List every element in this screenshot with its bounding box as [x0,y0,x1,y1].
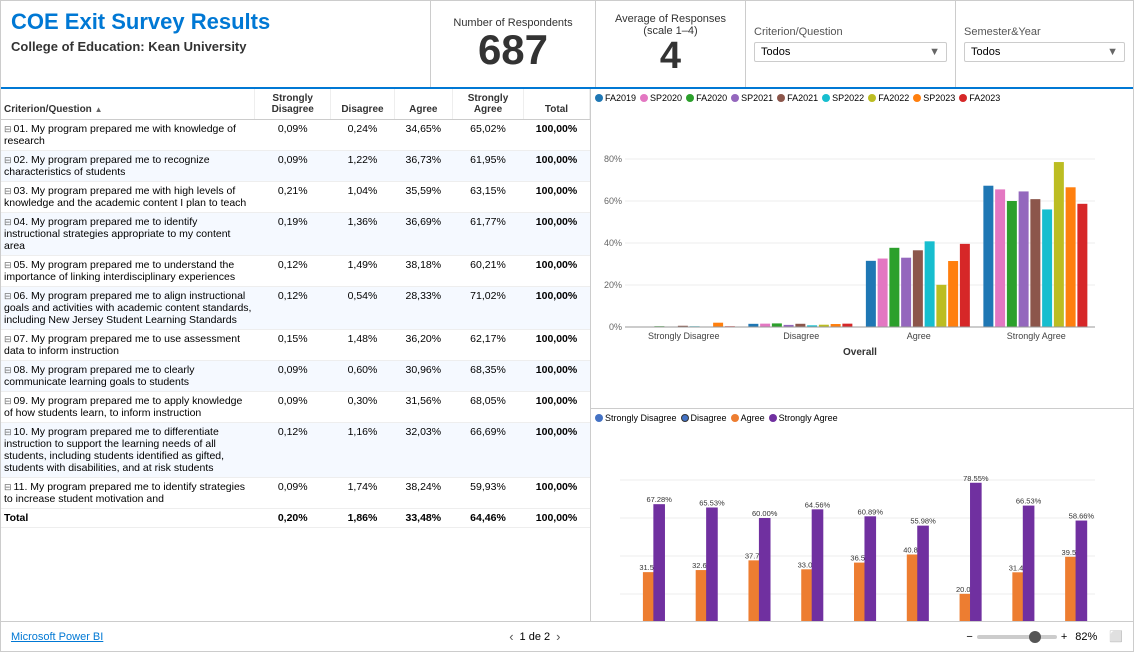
svg-text:80%: 80% [604,154,622,164]
col-d: Disagree [331,89,394,120]
zoom-plus-icon[interactable]: + [1061,631,1067,643]
expand-icon[interactable]: ⊟ [4,217,12,227]
avg-value: 4 [660,37,681,75]
zoom-slider[interactable] [977,635,1057,639]
criterion-filter-select[interactable]: Todos ▼ [754,42,947,62]
zoom-minus-icon[interactable]: − [966,631,972,643]
table-row: ⊟01. My program prepared me with knowled… [1,120,590,151]
expand-icon[interactable]: ⊟ [4,291,12,301]
table-row: Total0,20%1,86%33,48%64,46%100,00% [1,509,590,528]
table-row: ⊟07. My program prepared me to use asses… [1,330,590,361]
svg-text:78.55%: 78.55% [963,474,989,483]
expand-icon[interactable]: ⊟ [4,396,12,406]
expand-icon[interactable]: ⊟ [4,260,12,270]
page-info: 1 de 2 [520,631,551,643]
fullscreen-icon[interactable]: ⬜ [1109,630,1123,643]
avg-label: Average of Responses (scale 1–4) [600,13,741,37]
svg-text:60%: 60% [604,196,622,206]
page-navigation: ‹ 1 de 2 › [509,629,560,644]
semester-filter-value: Todos [971,46,1000,58]
zoom-level: 82% [1075,631,1097,643]
table-row: ⊟11. My program prepared me to identify … [1,478,590,509]
expand-icon[interactable]: ⊟ [4,365,12,375]
col-criterion: Criterion/Question ▲ [1,89,255,120]
criterion-filter-label: Criterion/Question [754,26,947,38]
svg-text:Agree: Agree [907,331,931,341]
svg-text:Strongly Agree: Strongly Agree [1007,331,1066,341]
table-row: ⊟10. My program prepared me to different… [1,423,590,478]
bottom-chart-legend: Strongly Disagree Disagree Agree Strongl… [595,413,1129,423]
svg-text:40%: 40% [604,238,622,248]
chevron-down-icon: ▼ [929,46,940,58]
next-page-button[interactable]: › [556,629,560,644]
col-total: Total [524,89,590,120]
expand-icon[interactable]: ⊟ [4,482,12,492]
respondents-panel: Number of Respondents 687 [431,1,596,87]
svg-text:66.53%: 66.53% [1016,497,1042,506]
data-table-section: Criterion/Question ▲ Strongly Disagree D… [1,89,591,621]
respondents-value: 687 [478,29,548,71]
powerbi-link[interactable]: Microsoft Power BI [11,631,103,643]
expand-icon[interactable]: ⊟ [4,186,12,196]
semester-filter-select[interactable]: Todos ▼ [964,42,1125,62]
top-chart-legend: FA2019SP2020FA2020SP2021FA2021SP2022FA20… [595,93,1129,103]
svg-text:Strongly Disagree: Strongly Disagree [648,331,720,341]
table-row: ⊟09. My program prepared me to apply kno… [1,392,590,423]
top-chart: FA2019SP2020FA2020SP2021FA2021SP2022FA20… [591,89,1133,409]
criterion-filter[interactable]: Criterion/Question Todos ▼ [746,1,956,87]
expand-icon[interactable]: ⊟ [4,334,12,344]
svg-text:65.53%: 65.53% [699,498,725,507]
zoom-control: − + 82% ⬜ [966,630,1123,643]
table-row: ⊟03. My program prepared me with high le… [1,182,590,213]
svg-text:60.89%: 60.89% [858,507,884,516]
chevron-down-icon-2: ▼ [1107,46,1118,58]
svg-text:Disagree: Disagree [783,331,819,341]
criterion-filter-value: Todos [761,46,790,58]
svg-text:20%: 20% [604,280,622,290]
table-row: ⊟02. My program prepared me to recognize… [1,151,590,182]
col-sd: Strongly Disagree [255,89,331,120]
svg-text:67.28%: 67.28% [646,495,672,504]
charts-section: FA2019SP2020FA2020SP2021FA2021SP2022FA20… [591,89,1133,621]
table-row: ⊟06. My program prepared me to align ins… [1,287,590,330]
avg-panel: Average of Responses (scale 1–4) 4 [596,1,746,87]
col-sa: Strongly Agree [452,89,523,120]
svg-text:Overall: Overall [843,347,877,358]
svg-text:58.66%: 58.66% [1069,512,1095,521]
zoom-thumb [1029,631,1041,643]
expand-icon[interactable]: ⊟ [4,124,12,134]
report-title: COE Exit Survey Results [11,9,420,35]
bottom-chart: Strongly Disagree Disagree Agree Strongl… [591,409,1133,621]
svg-text:0%: 0% [609,322,622,332]
semester-filter[interactable]: Semester&Year Todos ▼ [956,1,1133,87]
expand-icon[interactable]: ⊟ [4,155,12,165]
expand-icon[interactable]: ⊟ [4,427,12,437]
svg-text:55.98%: 55.98% [910,517,936,526]
table-row: ⊟04. My program prepared me to identify … [1,213,590,256]
svg-text:64.56%: 64.56% [805,500,831,509]
header-title-section: COE Exit Survey Results College of Educa… [1,1,431,87]
table-row: ⊟05. My program prepared me to understan… [1,256,590,287]
table-row: ⊟08. My program prepared me to clearly c… [1,361,590,392]
prev-page-button[interactable]: ‹ [509,629,513,644]
svg-text:60.00%: 60.00% [752,509,778,518]
footer: Microsoft Power BI ‹ 1 de 2 › − + 82% ⬜ [1,621,1133,651]
col-a: Agree [394,89,452,120]
report-subtitle: College of Education: Kean University [11,39,420,54]
semester-filter-label: Semester&Year [964,26,1125,38]
